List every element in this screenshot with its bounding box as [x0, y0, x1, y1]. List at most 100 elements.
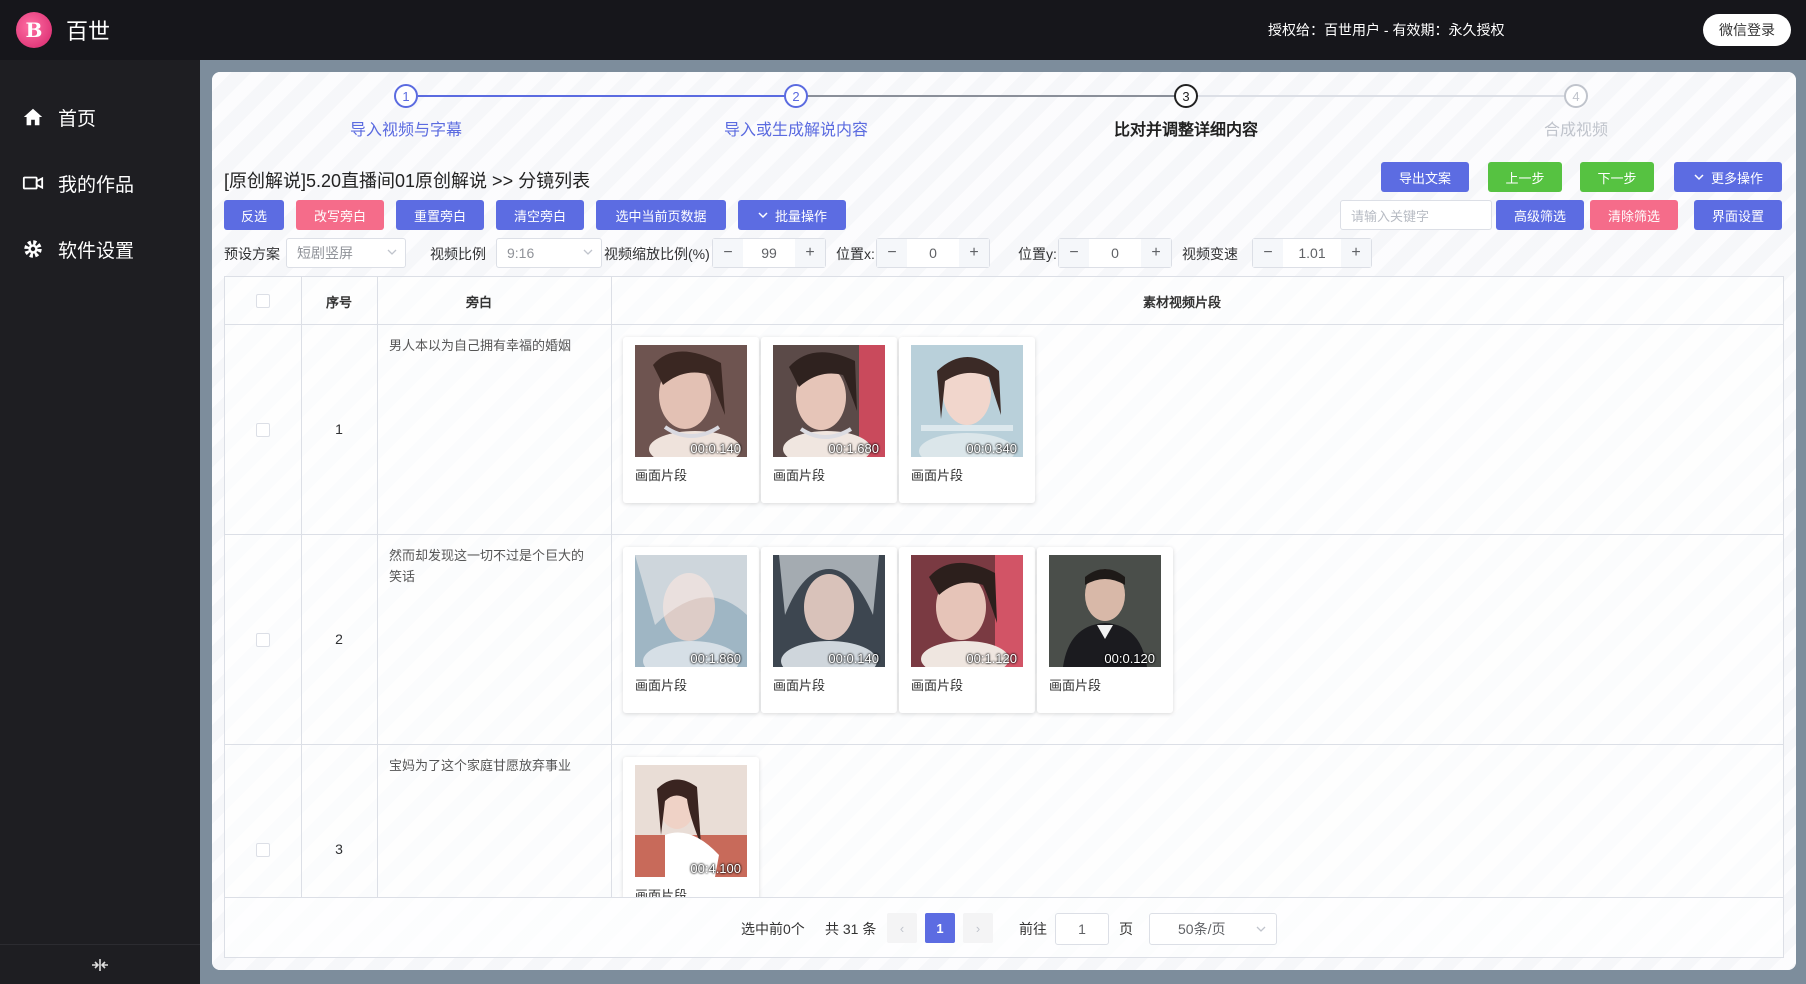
- table-header: 序号 旁白 素材视频片段: [225, 277, 1783, 325]
- video-camera-icon: [22, 176, 44, 190]
- advanced-filter-button[interactable]: 高级筛选: [1496, 200, 1584, 230]
- ui-settings-button[interactable]: 界面设置: [1694, 200, 1782, 230]
- pos-x-label: 位置x:: [836, 246, 875, 262]
- goto-label: 前往: [1019, 921, 1047, 937]
- row-checkbox[interactable]: [256, 633, 270, 647]
- sidebar-item-label: 首页: [58, 108, 97, 130]
- row-checkbox[interactable]: [256, 843, 270, 857]
- table-row[interactable]: 2 然而却发现这一切不过是个巨大的笑话 00:1.860 画面片段 00:0.1…: [225, 535, 1783, 745]
- sidebar-item-my-works[interactable]: 我的作品: [0, 150, 200, 216]
- step-2[interactable]: 2 导入或生成解说内容: [646, 84, 946, 140]
- rewrite-narration-button[interactable]: 改写旁白: [296, 200, 384, 230]
- row-seq: 2: [335, 631, 343, 647]
- batch-actions-button[interactable]: 批量操作: [738, 200, 846, 230]
- increase-button[interactable]: +: [795, 239, 825, 267]
- pos-x-value[interactable]: 0: [907, 245, 959, 261]
- increase-button[interactable]: +: [1141, 239, 1171, 267]
- speed-value[interactable]: 1.01: [1283, 245, 1341, 261]
- chevron-down-icon: [387, 249, 397, 255]
- clip-thumbnail: 00:0.340: [911, 345, 1023, 457]
- clip-card[interactable]: 00:0.140 画面片段: [623, 337, 759, 503]
- clip-label: 画面片段: [635, 888, 688, 898]
- clip-label: 画面片段: [1049, 678, 1102, 693]
- sidebar-item-settings[interactable]: 软件设置: [0, 216, 200, 282]
- keyword-search-input[interactable]: 请输入关键字: [1340, 200, 1492, 230]
- clip-card[interactable]: 00:0.140 画面片段: [761, 547, 897, 713]
- speed-stepper[interactable]: − 1.01 +: [1252, 238, 1372, 268]
- select-value: 9:16: [507, 245, 535, 261]
- preset-label: 预设方案: [224, 246, 280, 262]
- clip-label: 画面片段: [635, 468, 688, 483]
- increase-button[interactable]: +: [959, 239, 989, 267]
- export-text-button[interactable]: 导出文案: [1381, 162, 1469, 192]
- clip-label: 画面片段: [635, 678, 688, 693]
- row-narration[interactable]: 然而却发现这一切不过是个巨大的笑话: [389, 545, 594, 587]
- pos-y-value[interactable]: 0: [1089, 245, 1141, 261]
- clip-card[interactable]: 00:4.100 画面片段: [623, 757, 759, 898]
- more-actions-button[interactable]: 更多操作: [1674, 162, 1782, 192]
- top-bar: B 百世 授权给：百世用户 - 有效期：永久授权 微信登录: [0, 0, 1806, 60]
- total-count: 共 31 条: [825, 921, 877, 937]
- table-row[interactable]: 1 男人本以为自己拥有幸福的婚姻 00:0.140 画面片段 00:1.680 …: [225, 325, 1783, 535]
- clip-card[interactable]: 00:0.340 画面片段: [899, 337, 1035, 503]
- prev-step-button[interactable]: 上一步: [1488, 162, 1562, 192]
- row-narration[interactable]: 男人本以为自己拥有幸福的婚姻: [389, 335, 594, 356]
- clear-filter-button[interactable]: 清除筛选: [1590, 200, 1678, 230]
- scale-value[interactable]: 99: [743, 245, 795, 261]
- pos-x-stepper[interactable]: − 0 +: [876, 238, 990, 268]
- clip-card[interactable]: 00:0.120 画面片段: [1037, 547, 1173, 713]
- clear-narration-button[interactable]: 清空旁白: [496, 200, 584, 230]
- table-row[interactable]: 3 宝妈为了这个家庭甘愿放弃事业 00:4.100 画面片段: [225, 745, 1783, 898]
- header-clips: 素材视频片段: [1142, 294, 1221, 310]
- clip-thumbnail: 00:4.100: [635, 765, 747, 877]
- step-label: 导入或生成解说内容: [723, 122, 868, 139]
- sidebar-item-home[interactable]: 首页: [0, 84, 200, 150]
- preset-select[interactable]: 短剧竖屏: [286, 238, 406, 268]
- next-step-button[interactable]: 下一步: [1580, 162, 1654, 192]
- decrease-button[interactable]: −: [713, 239, 743, 267]
- clip-label: 画面片段: [773, 678, 826, 693]
- decrease-button[interactable]: −: [1059, 239, 1089, 267]
- page-size-select[interactable]: 50条/页: [1149, 913, 1277, 945]
- ratio-select[interactable]: 9:16: [496, 238, 602, 268]
- row-checkbox[interactable]: [256, 423, 270, 437]
- gear-icon: [24, 240, 42, 258]
- goto-page-input[interactable]: 1: [1055, 913, 1109, 945]
- button-label: 批量操作: [774, 208, 827, 224]
- page-unit-label: 页: [1119, 921, 1133, 937]
- step-3[interactable]: 3 比对并调整详细内容: [1036, 84, 1336, 140]
- scale-stepper[interactable]: − 99 +: [712, 238, 826, 268]
- invert-selection-button[interactable]: 反选: [224, 200, 284, 230]
- step-label: 导入视频与字幕: [349, 122, 462, 139]
- prev-page-button[interactable]: ‹: [887, 913, 917, 943]
- speed-label: 视频变速: [1182, 246, 1238, 262]
- clip-duration: 00:4.100: [690, 861, 741, 876]
- clip-card[interactable]: 00:1.860 画面片段: [623, 547, 759, 713]
- wechat-login-button[interactable]: 微信登录: [1703, 14, 1791, 46]
- select-all-checkbox[interactable]: [256, 294, 270, 308]
- decrease-button[interactable]: −: [877, 239, 907, 267]
- main-panel: 1 导入视频与字幕 2 导入或生成解说内容 3 比对并调整详细内容 4 合成视频…: [212, 72, 1796, 970]
- row-narration[interactable]: 宝妈为了这个家庭甘愿放弃事业: [389, 755, 594, 776]
- step-1[interactable]: 1 导入视频与字幕: [256, 84, 556, 140]
- increase-button[interactable]: +: [1341, 239, 1371, 267]
- breadcrumb: [原创解说]5.20直播间01原创解说 >> 分镜列表: [224, 171, 591, 191]
- clip-thumbnail: 00:1.120: [911, 555, 1023, 667]
- collapse-sidebar-button[interactable]: [0, 944, 200, 984]
- next-page-button[interactable]: ›: [963, 913, 993, 943]
- clip-card[interactable]: 00:1.120 画面片段: [899, 547, 1035, 713]
- step-4[interactable]: 4 合成视频: [1426, 84, 1726, 140]
- pos-y-stepper[interactable]: − 0 +: [1058, 238, 1172, 268]
- chevron-down-icon: [583, 249, 593, 255]
- clip-duration: 00:0.340: [966, 441, 1017, 456]
- step-number: 3: [1174, 84, 1198, 108]
- clip-card[interactable]: 00:1.680 画面片段: [761, 337, 897, 503]
- clip-duration: 00:0.140: [690, 441, 741, 456]
- pos-y-label: 位置y:: [1018, 246, 1057, 262]
- reset-narration-button[interactable]: 重置旁白: [396, 200, 484, 230]
- decrease-button[interactable]: −: [1253, 239, 1283, 267]
- page-1-button[interactable]: 1: [925, 913, 955, 943]
- row-seq: 1: [335, 421, 343, 437]
- step-number: 2: [784, 84, 808, 108]
- select-page-button[interactable]: 选中当前页数据: [596, 200, 726, 230]
